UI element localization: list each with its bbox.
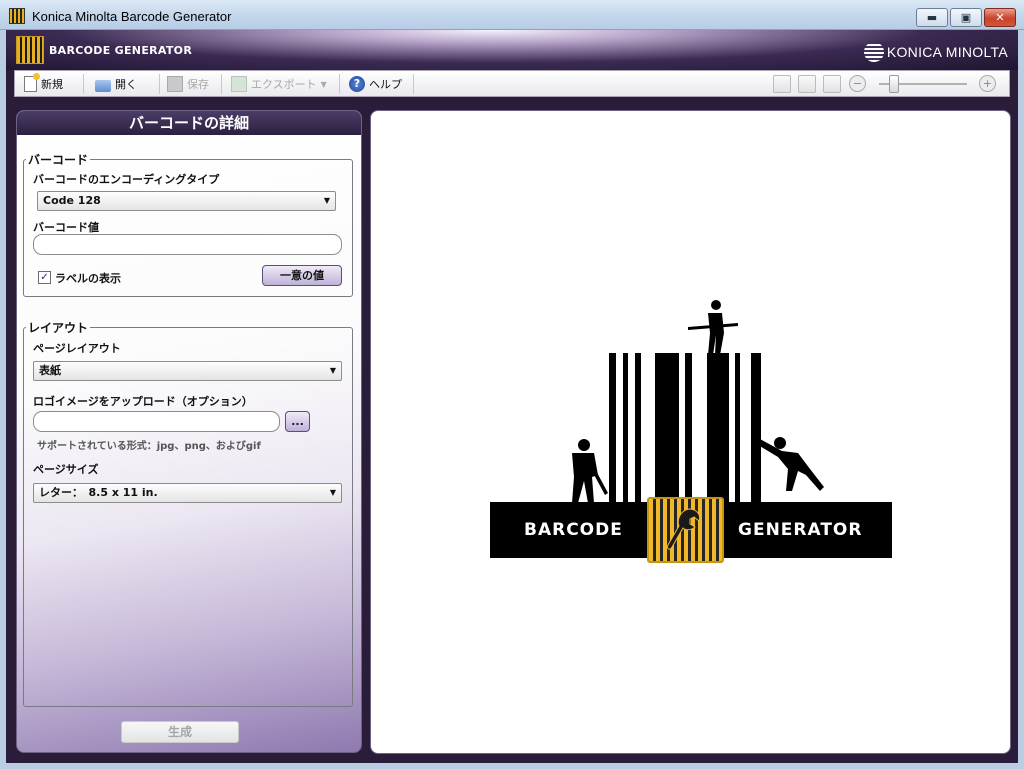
window-title: Konica Minolta Barcode Generator <box>32 9 232 24</box>
save-label: 保存 <box>187 78 209 91</box>
supported-formats-hint: サポートされている形式：jpg、png、およびgif <box>37 441 261 452</box>
barcode-value-label: バーコード値 <box>33 221 99 234</box>
barcode-details-panel: バーコードの詳細 バーコード バーコードのエンコーディングタイプ Code 12… <box>16 110 362 753</box>
layout-group-legend: レイアウト <box>28 321 89 335</box>
close-button[interactable]: ✕ <box>984 8 1016 27</box>
barcode-logo-icon <box>16 36 44 64</box>
help-label: ヘルプ <box>369 78 402 91</box>
zoom-out-icon[interactable]: − <box>849 75 866 92</box>
save-disk-icon <box>167 76 183 92</box>
brand-name: KONICA MINOLTA <box>886 44 1008 60</box>
worker-silhouette-icon <box>572 439 608 503</box>
encoding-type-label: バーコードのエンコーディングタイプ <box>33 173 220 186</box>
export-label: エクスポート <box>251 78 317 91</box>
help-button[interactable]: ? ヘルプ <box>349 74 402 94</box>
chevron-down-icon: ▼ <box>329 488 336 497</box>
export-button[interactable]: エクスポート ▼ <box>231 74 327 94</box>
chevron-down-icon: ▼ <box>329 366 336 375</box>
fit-width-icon[interactable] <box>798 75 816 93</box>
actual-size-icon[interactable] <box>823 75 841 93</box>
show-label-checkbox[interactable]: ✓ <box>38 271 51 284</box>
export-icon <box>231 76 247 92</box>
page-layout-select[interactable]: 表紙 ▼ <box>33 361 342 381</box>
encoding-type-select[interactable]: Code 128 ▼ <box>37 191 336 211</box>
browse-button[interactable]: ... <box>285 411 310 432</box>
logo-text-generator: GENERATOR <box>738 520 863 540</box>
page-size-label: ページサイズ <box>33 463 99 476</box>
maximize-button[interactable]: ▣ <box>950 8 982 27</box>
page-size-value: レター： 8.5 x 11 in. <box>39 486 158 499</box>
logo-upload-label: ロゴイメージをアップロード（オプション） <box>33 395 253 408</box>
zoom-in-icon[interactable]: + <box>979 75 996 92</box>
folder-open-icon <box>95 79 111 92</box>
panel-title: バーコードの詳細 <box>17 111 361 135</box>
minimize-button[interactable]: ▬ <box>916 8 948 27</box>
app-name: BARCODE GENERATOR <box>49 44 193 57</box>
open-label: 開く <box>115 78 137 91</box>
window-frame: BARCODE GENERATOR KONICA MINOLTA 新規 開く 保… <box>6 30 1018 763</box>
toolbar: 新規 開く 保存 エクスポート ▼ ? ヘルプ − + <box>14 70 1010 97</box>
worker-silhouette-icon <box>688 300 738 355</box>
toolbar-separator <box>221 74 222 94</box>
toolbar-separator <box>413 74 414 94</box>
title-bar: Konica Minolta Barcode Generator ▬ ▣ ✕ <box>0 0 1024 30</box>
barcode-wrench-badge <box>647 497 724 563</box>
logo-text-barcode: BARCODE <box>524 520 623 540</box>
encoding-type-value: Code 128 <box>43 194 101 207</box>
page-size-select[interactable]: レター： 8.5 x 11 in. ▼ <box>33 483 342 503</box>
wrench-icon <box>667 508 700 550</box>
worker-silhouette-icon <box>758 437 824 491</box>
page-layout-label: ページレイアウト <box>33 342 121 355</box>
header-banner: BARCODE GENERATOR KONICA MINOLTA <box>6 30 1018 70</box>
zoom-slider-handle[interactable] <box>889 75 899 93</box>
fit-page-icon[interactable] <box>773 75 791 93</box>
toolbar-separator <box>83 74 84 94</box>
konica-minolta-logo-icon <box>864 42 884 62</box>
app-icon <box>9 8 25 24</box>
chevron-down-icon: ▼ <box>323 196 330 205</box>
generate-button[interactable]: 生成 <box>121 721 239 743</box>
preview-canvas: BARCODE GENERATOR <box>370 110 1011 754</box>
show-label-text: ラベルの表示 <box>55 272 121 285</box>
unique-value-button[interactable]: 一意の値 <box>262 265 342 286</box>
toolbar-separator <box>159 74 160 94</box>
barcode-generator-logo: BARCODE GENERATOR <box>490 299 892 564</box>
barcode-bars-graphic <box>609 353 764 503</box>
barcode-value-input[interactable] <box>33 234 342 255</box>
new-button[interactable]: 新規 <box>24 73 63 94</box>
help-icon: ? <box>349 76 365 92</box>
page-layout-value: 表紙 <box>39 364 61 377</box>
toolbar-separator <box>339 74 340 94</box>
open-button[interactable]: 開く <box>95 74 137 94</box>
chevron-down-icon: ▼ <box>320 79 327 89</box>
new-document-icon <box>24 73 40 92</box>
barcode-group-legend: バーコード <box>28 153 89 167</box>
new-label: 新規 <box>41 78 63 91</box>
save-button[interactable]: 保存 <box>167 74 209 94</box>
logo-path-input[interactable] <box>33 411 280 432</box>
